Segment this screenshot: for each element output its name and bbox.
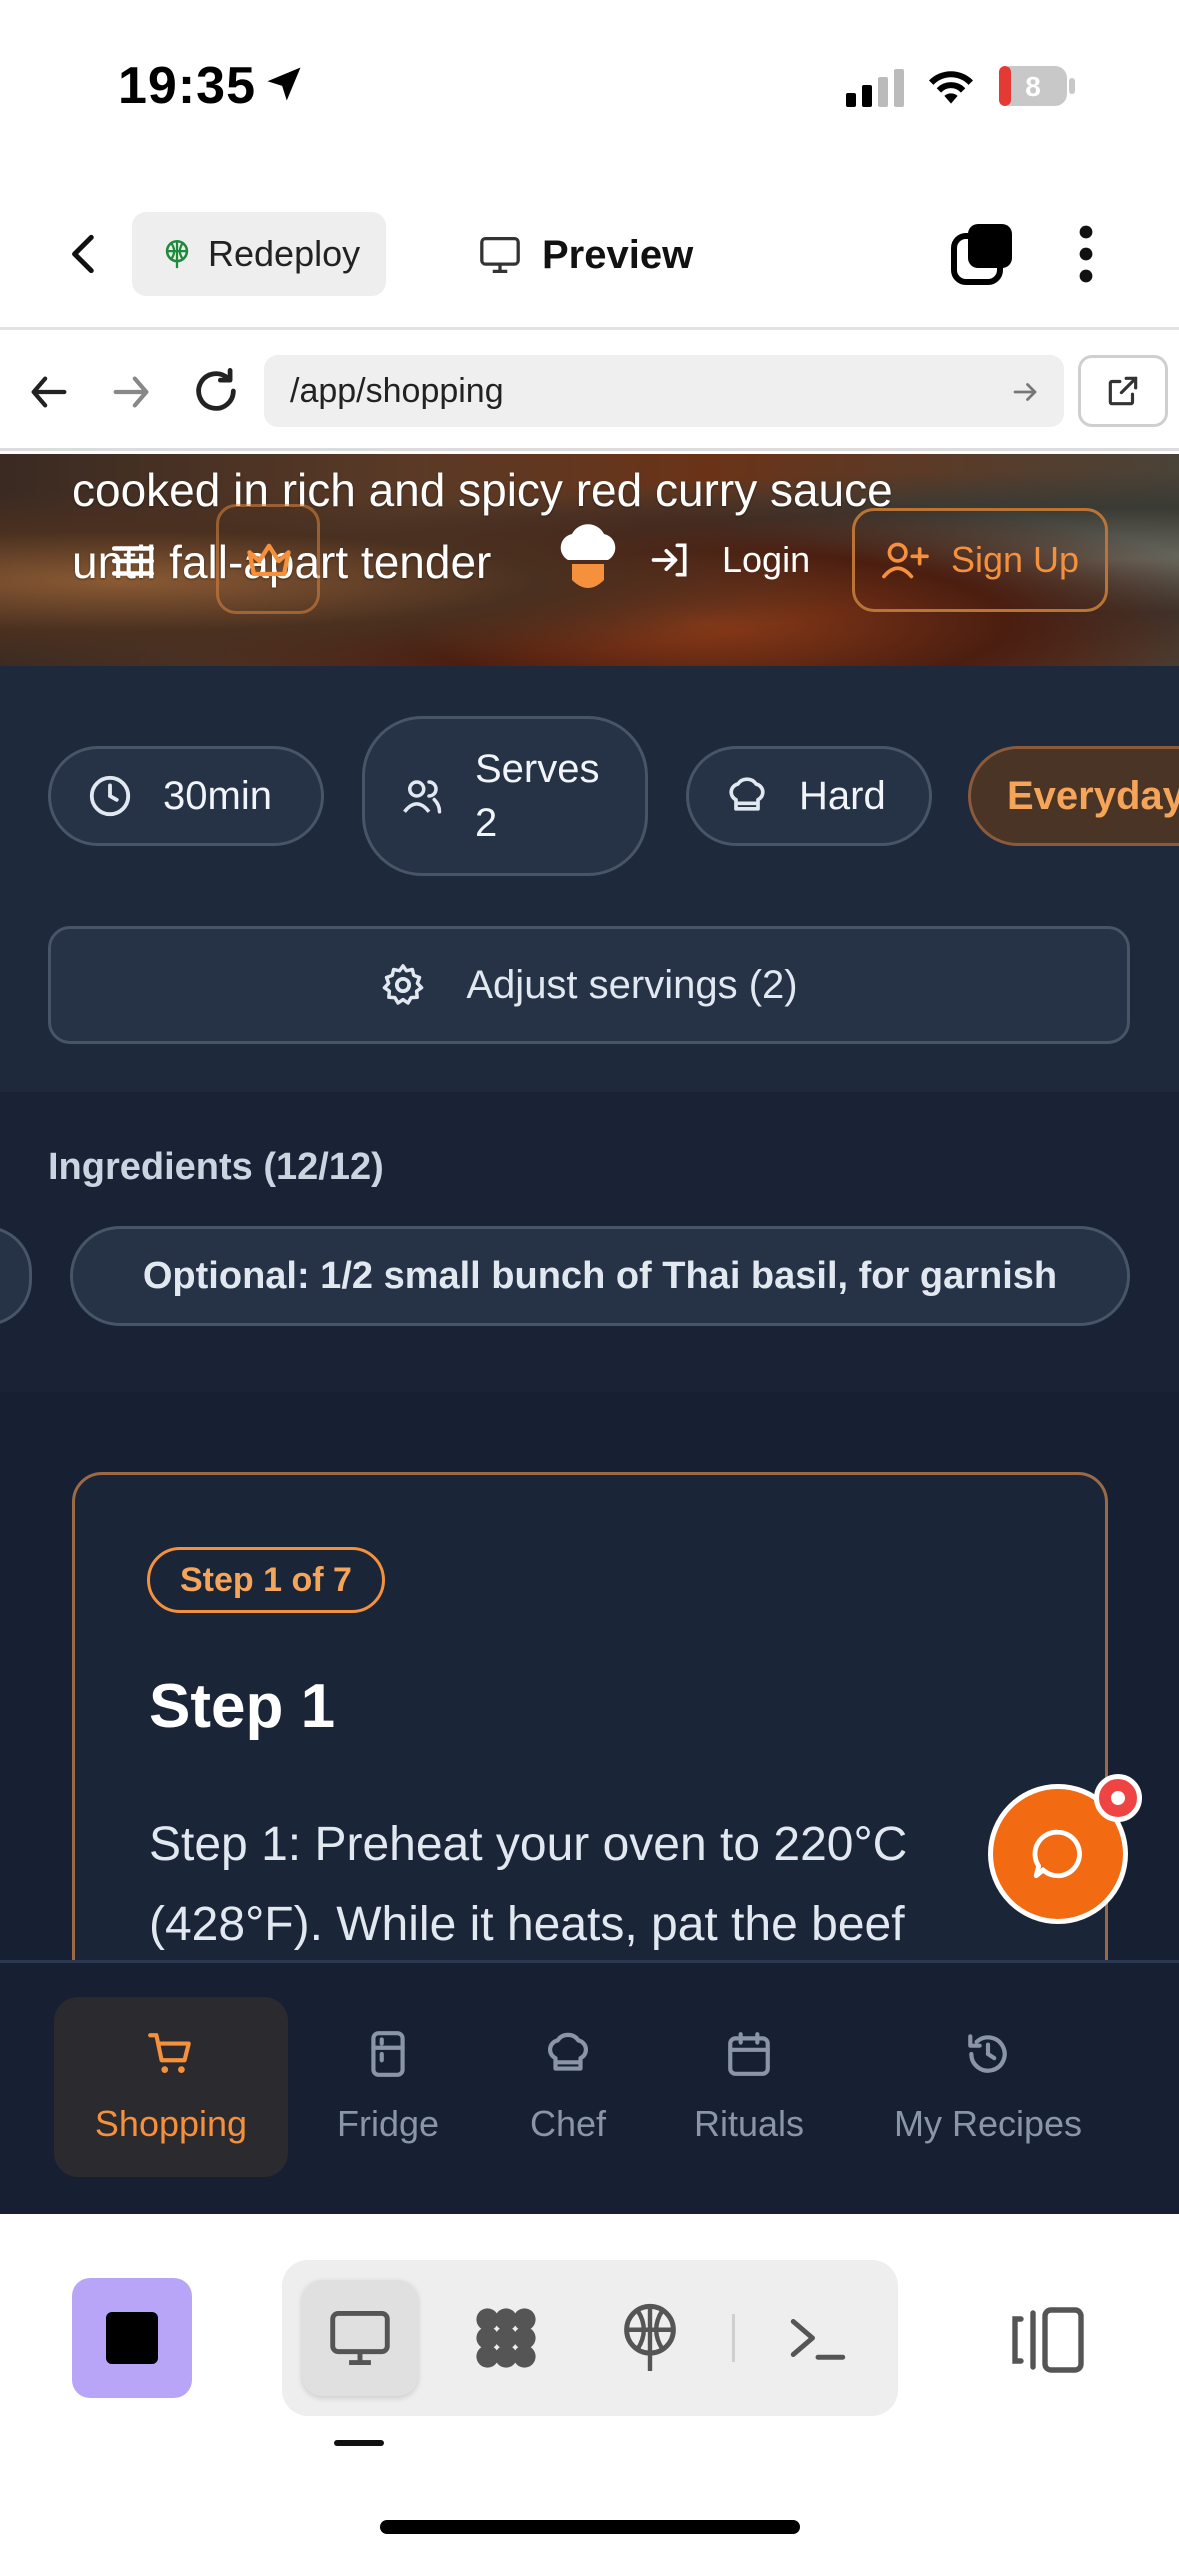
calendar-icon bbox=[728, 2032, 770, 2076]
step-title: Step 1 bbox=[149, 1672, 336, 1741]
preview-tab[interactable]: Preview bbox=[478, 220, 693, 290]
preview-view-button[interactable] bbox=[302, 2280, 418, 2396]
more-vertical-icon[interactable] bbox=[1066, 222, 1106, 286]
chef-hat-icon bbox=[729, 777, 765, 811]
url-input[interactable]: /app/shopping bbox=[264, 355, 1064, 427]
home-indicator bbox=[380, 2520, 800, 2534]
split-panel-icon[interactable] bbox=[1008, 2304, 1088, 2376]
toolbar-divider bbox=[732, 2314, 735, 2362]
category: Everyday bbox=[1007, 773, 1179, 818]
arrow-left-icon[interactable] bbox=[26, 369, 72, 415]
dev-toolbar bbox=[0, 2214, 1179, 2556]
ingredients-title: Ingredients (12/12) bbox=[48, 1146, 384, 1188]
adjust-servings-button[interactable]: Adjust servings (2) bbox=[48, 926, 1130, 1044]
app-viewport: cooked in rich and spicy red curry sauce… bbox=[0, 454, 1179, 2214]
login-icon bbox=[651, 543, 687, 577]
adjust-servings-label: Adjust servings (2) bbox=[466, 962, 798, 1007]
signup-label: Sign Up bbox=[950, 539, 1080, 580]
nav-my-recipes-label: My Recipes bbox=[893, 2103, 1083, 2144]
deploy-view-button[interactable] bbox=[592, 2280, 708, 2396]
active-view-indicator bbox=[334, 2440, 384, 2446]
console-view-button[interactable] bbox=[760, 2280, 876, 2396]
arrow-right-icon[interactable] bbox=[108, 369, 154, 415]
login-button[interactable]: Login bbox=[648, 532, 810, 588]
preview-label: Preview bbox=[542, 232, 694, 277]
terminal-icon bbox=[790, 2319, 846, 2360]
ingredient-chip[interactable]: Optional: 1/2 small bunch of Thai basil,… bbox=[70, 1226, 1130, 1326]
serves-label: Serves bbox=[475, 747, 600, 791]
redeploy-label: Redeploy bbox=[208, 233, 361, 274]
ingredient-chip-previous[interactable] bbox=[0, 1226, 32, 1326]
open-external-button[interactable] bbox=[1078, 355, 1168, 427]
login-label: Login bbox=[722, 539, 811, 580]
cellular-signal-icon bbox=[846, 69, 904, 107]
difficulty: Hard bbox=[799, 773, 886, 818]
category-pill: Everyday bbox=[968, 746, 1179, 846]
user-plus-icon bbox=[882, 542, 929, 579]
signup-button[interactable]: Sign Up bbox=[852, 508, 1108, 612]
recipe-meta: 30min Serves 2 Hard Everyday Adjust serv… bbox=[0, 666, 1179, 1092]
status-time: 19:35 bbox=[118, 57, 256, 115]
battery-level: 8 bbox=[1025, 71, 1041, 102]
nav-rituals-label: Rituals bbox=[693, 2103, 805, 2144]
premium-button[interactable] bbox=[216, 504, 320, 614]
chef-hat-icon bbox=[548, 2032, 588, 2071]
notification-dot bbox=[1094, 1774, 1142, 1822]
nav-chef[interactable]: Chef bbox=[488, 1997, 648, 2177]
location-arrow-icon bbox=[267, 67, 301, 101]
ingredients-section: Ingredients (12/12) Optional: 1/2 small … bbox=[0, 1092, 1179, 1392]
chevron-left-icon[interactable] bbox=[60, 226, 110, 282]
step-instructions: Step 1: Preheat your oven to 220°C (428°… bbox=[149, 1818, 908, 1951]
deploy-globe-icon bbox=[165, 239, 189, 269]
stop-button[interactable] bbox=[72, 2278, 192, 2398]
ingredient-text: Optional: 1/2 small bunch of Thai basil,… bbox=[142, 1254, 1058, 1297]
agent-view-button[interactable] bbox=[448, 2280, 564, 2396]
serves-text: Serves 2 bbox=[475, 742, 600, 850]
redeploy-button[interactable]: Redeploy bbox=[132, 212, 386, 296]
step-progress-badge: Step 1 of 7 bbox=[147, 1547, 385, 1613]
monitor-icon bbox=[480, 237, 520, 273]
crown-icon bbox=[247, 543, 291, 577]
monitor-icon bbox=[330, 2311, 390, 2365]
history-icon bbox=[968, 2034, 1007, 2073]
nav-fridge-label: Fridge bbox=[336, 2103, 440, 2144]
cook-time: 30min bbox=[163, 773, 272, 818]
nav-chef-label: Chef bbox=[529, 2103, 607, 2144]
serves-pill: Serves 2 bbox=[362, 716, 648, 876]
chef-logo-icon bbox=[560, 524, 616, 588]
menu-icon[interactable] bbox=[108, 536, 158, 586]
go-arrow-icon[interactable] bbox=[1010, 377, 1040, 407]
clock-icon bbox=[89, 775, 131, 817]
wifi-icon bbox=[929, 71, 973, 104]
status-bar: 19:35 8 bbox=[0, 0, 1179, 170]
serves-count: 2 bbox=[475, 801, 498, 845]
nav-shopping[interactable]: Shopping bbox=[54, 1997, 288, 2177]
deploy-globe-icon bbox=[624, 2303, 676, 2371]
users-icon bbox=[403, 780, 442, 814]
url-text: /app/shopping bbox=[290, 371, 504, 410]
nav-rituals[interactable]: Rituals bbox=[660, 1997, 838, 2177]
nav-my-recipes[interactable]: My Recipes bbox=[862, 1997, 1114, 2177]
fridge-icon bbox=[371, 2031, 405, 2077]
step-progress-text: Step 1 of 7 bbox=[180, 1560, 352, 1599]
nav-shopping-label: Shopping bbox=[94, 2103, 248, 2144]
cook-time-pill: 30min bbox=[48, 746, 324, 846]
difficulty-pill: Hard bbox=[686, 746, 932, 846]
preview-toolbar: Redeploy Preview bbox=[0, 170, 1179, 330]
gear-icon bbox=[383, 964, 424, 1005]
bottom-navigation: Shopping Fridge Chef Rituals My Recipes bbox=[0, 1960, 1179, 2214]
molecule-icon bbox=[476, 2308, 536, 2368]
battery-icon: 8 bbox=[999, 66, 1075, 106]
cart-icon bbox=[148, 2033, 191, 2073]
reload-icon[interactable] bbox=[190, 365, 242, 417]
url-bar: /app/shopping bbox=[0, 333, 1179, 451]
tabs-icon[interactable] bbox=[950, 222, 1014, 286]
chat-bubble-icon bbox=[1032, 1829, 1082, 1879]
nav-fridge[interactable]: Fridge bbox=[300, 1997, 476, 2177]
view-switcher bbox=[282, 2260, 898, 2416]
external-link-icon bbox=[1108, 376, 1138, 406]
recipe-hero-image: cooked in rich and spicy red curry sauce… bbox=[0, 454, 1179, 666]
